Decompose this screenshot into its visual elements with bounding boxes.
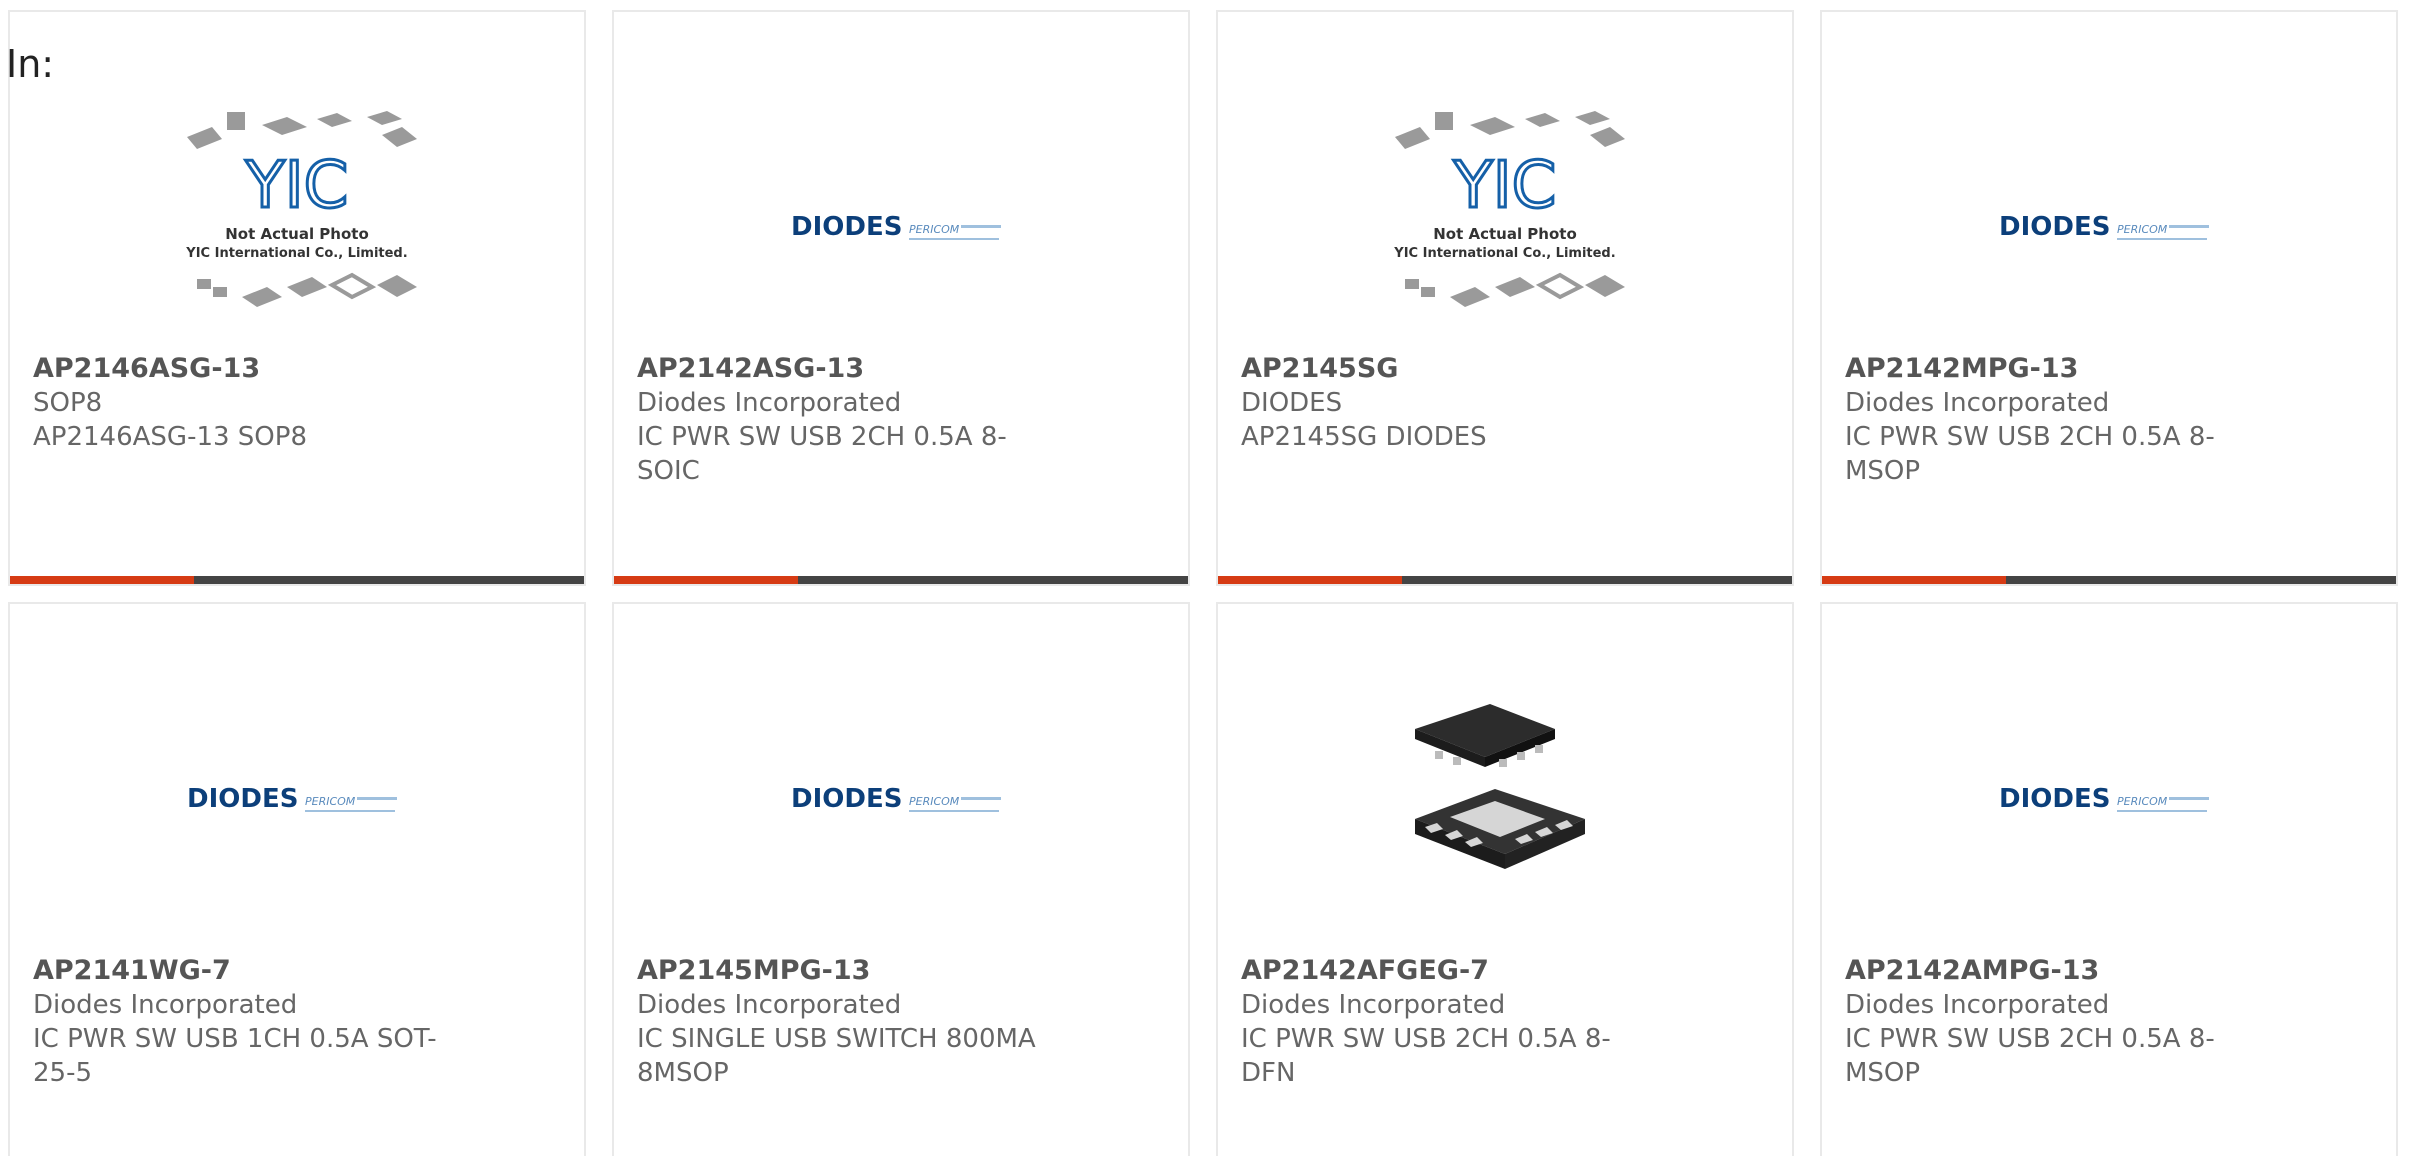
product-info: AP2145SG DIODES AP2145SG DIODES [1241, 352, 1661, 454]
svg-text:Not Actual Photo: Not Actual Photo [225, 225, 369, 243]
product-card[interactable]: DIODES PERICOM AP2141WG-7 Diodes Incorpo… [8, 602, 586, 1156]
dfn-chip-image [1415, 704, 1585, 869]
manufacturer: Diodes Incorporated [33, 990, 298, 1020]
svg-text:PERICOM: PERICOM [305, 795, 356, 808]
card-accent-bar [1218, 576, 1402, 584]
svg-text:DIODES: DIODES [791, 212, 902, 242]
manufacturer: Diodes Incorporated [1241, 990, 1506, 1020]
svg-text:DIODES: DIODES [1999, 212, 2110, 242]
product-info: AP2142MPG-13 Diodes Incorporated IC PWR … [1845, 352, 2265, 488]
svg-text:Not Actual Photo: Not Actual Photo [1433, 225, 1577, 243]
manufacturer: DIODES [1241, 388, 1343, 418]
svg-text:PERICOM: PERICOM [909, 223, 960, 236]
product-card[interactable]: DIODES PERICOM AP2142AMPG-13 Diodes Inco… [1820, 602, 2398, 1156]
svg-text:DIODES: DIODES [791, 784, 902, 814]
manufacturer: Diodes Incorporated [637, 388, 902, 418]
product-card[interactable]: YIC Not Actual Photo YIC International C… [1216, 10, 1794, 586]
card-bottom-bar [10, 576, 584, 584]
product-image[interactable]: YIC Not Actual Photo YIC International C… [10, 92, 584, 362]
in-filter-label: In: [6, 42, 55, 86]
manufacturer: SOP8 [33, 388, 103, 418]
product-card[interactable]: AP2142AFGEG-7 Diodes Incorporated IC PWR… [1216, 602, 1794, 1156]
description: IC PWR SW USB 2CH 0.5A 8-DFN [1241, 1024, 1611, 1088]
part-number[interactable]: AP2146ASG-13 [33, 352, 453, 386]
svg-text:PERICOM: PERICOM [2117, 795, 2168, 808]
part-number[interactable]: AP2142MPG-13 [1845, 352, 2265, 386]
card-accent-bar [10, 576, 194, 584]
product-info: AP2142AFGEG-7 Diodes Incorporated IC PWR… [1241, 954, 1661, 1090]
product-image[interactable]: DIODES PERICOM [614, 92, 1188, 362]
product-card[interactable]: DIODES PERICOM AP2142MPG-13 Diodes Incor… [1820, 10, 2398, 586]
part-number[interactable]: AP2142AFGEG-7 [1241, 954, 1661, 988]
product-image[interactable]: DIODES PERICOM [10, 649, 584, 949]
card-bottom-bar [614, 576, 1188, 584]
part-number[interactable]: AP2142AMPG-13 [1845, 954, 2265, 988]
diodes-logo-image: DIODES PERICOM [187, 784, 397, 814]
svg-text:DIODES: DIODES [187, 784, 298, 814]
card-bottom-bar [1822, 576, 2396, 584]
description: IC PWR SW USB 1CH 0.5A SOT-25-5 [33, 1024, 437, 1088]
diodes-logo-image: DIODES PERICOM [1999, 784, 2209, 814]
part-number[interactable]: AP2142ASG-13 [637, 352, 1057, 386]
product-card[interactable]: DIODES PERICOM AP2145MPG-13 Diodes Incor… [612, 602, 1190, 1156]
yic-placeholder-image: YIC Not Actual Photo YIC International C… [185, 111, 417, 307]
svg-text:DIODES: DIODES [1999, 784, 2110, 814]
description: IC PWR SW USB 2CH 0.5A 8-MSOP [1845, 422, 2215, 486]
card-accent-bar [1822, 576, 2006, 584]
yic-brand-text: YIC [1453, 149, 1557, 223]
part-number[interactable]: AP2145MPG-13 [637, 954, 1057, 988]
description: IC SINGLE USB SWITCH 800MA 8MSOP [637, 1024, 1036, 1088]
product-info: AP2142ASG-13 Diodes Incorporated IC PWR … [637, 352, 1057, 488]
svg-text:PERICOM: PERICOM [909, 795, 960, 808]
svg-text:YIC International Co., Limited: YIC International Co., Limited. [1393, 246, 1615, 261]
description: AP2145SG DIODES [1241, 422, 1487, 452]
yic-placeholder-image: YIC Not Actual Photo YIC International C… [1393, 111, 1625, 307]
description: AP2146ASG-13 SOP8 [33, 422, 307, 452]
diodes-logo-image: DIODES PERICOM [1999, 212, 2209, 242]
card-bottom-bar [1218, 576, 1792, 584]
product-image[interactable] [1218, 649, 1792, 949]
product-grid-page: YIC Not Actual Photo YIC International C… [0, 0, 2410, 1156]
manufacturer: Diodes Incorporated [1845, 388, 2110, 418]
product-info: AP2141WG-7 Diodes Incorporated IC PWR SW… [33, 954, 453, 1090]
description: IC PWR SW USB 2CH 0.5A 8-SOIC [637, 422, 1007, 486]
description: IC PWR SW USB 2CH 0.5A 8-MSOP [1845, 1024, 2215, 1088]
card-accent-bar [614, 576, 798, 584]
svg-text:PERICOM: PERICOM [2117, 223, 2168, 236]
product-card[interactable]: DIODES PERICOM AP2142ASG-13 Diodes Incor… [612, 10, 1190, 586]
diodes-logo-image: DIODES PERICOM [791, 784, 1001, 814]
part-number[interactable]: AP2145SG [1241, 352, 1661, 386]
diodes-logo-image: DIODES PERICOM [791, 212, 1001, 242]
product-grid: YIC Not Actual Photo YIC International C… [8, 10, 2408, 1156]
product-card[interactable]: YIC Not Actual Photo YIC International C… [8, 10, 586, 586]
product-image[interactable]: DIODES PERICOM [614, 649, 1188, 949]
svg-text:YIC International Co., Limited: YIC International Co., Limited. [185, 246, 407, 261]
product-image[interactable]: DIODES PERICOM [1822, 649, 2396, 949]
product-image[interactable]: DIODES PERICOM [1822, 92, 2396, 362]
product-info: AP2145MPG-13 Diodes Incorporated IC SING… [637, 954, 1057, 1090]
yic-brand-text: YIC [245, 149, 349, 223]
manufacturer: Diodes Incorporated [637, 990, 902, 1020]
product-info: AP2146ASG-13 SOP8 AP2146ASG-13 SOP8 [33, 352, 453, 454]
manufacturer: Diodes Incorporated [1845, 990, 2110, 1020]
product-image[interactable]: YIC Not Actual Photo YIC International C… [1218, 92, 1792, 362]
part-number[interactable]: AP2141WG-7 [33, 954, 453, 988]
product-info: AP2142AMPG-13 Diodes Incorporated IC PWR… [1845, 954, 2265, 1090]
